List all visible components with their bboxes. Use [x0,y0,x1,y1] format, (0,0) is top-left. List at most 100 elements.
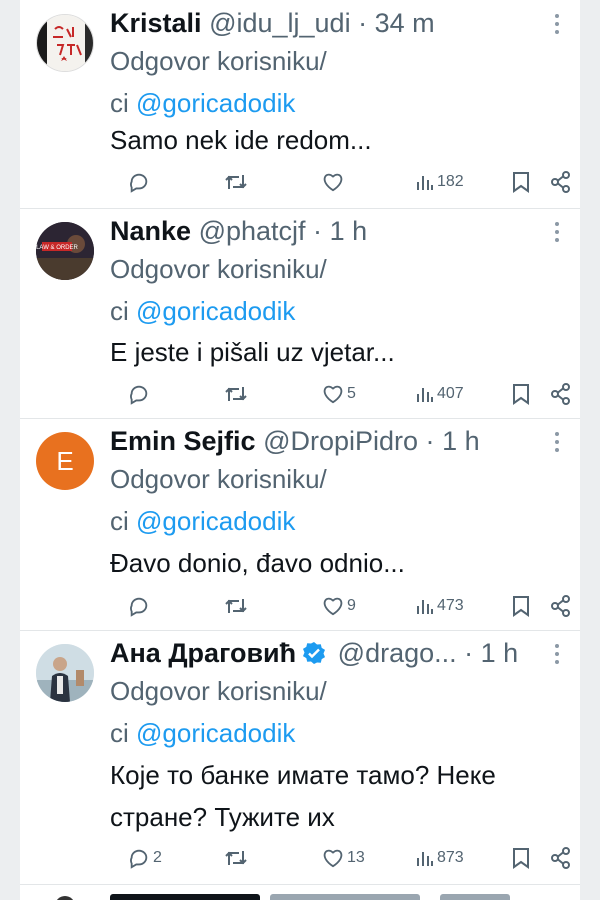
reply-icon [130,597,148,617]
tweet-header: Kristali @idu_lj_udi · 34 m [110,6,570,40]
reply-context: Odgovor korisniku/ ci @goricadodik [110,248,410,332]
share-icon [551,847,570,869]
reply-context: Odgovor korisniku/ ci @goricadodik [110,40,410,124]
avatar[interactable]: LAW & ORDER [36,222,94,280]
heart-icon [323,849,343,868]
like-button[interactable]: 5 [322,379,356,409]
views-count: 473 [437,597,464,614]
profile-photo-avatar-image [36,644,94,702]
reply-label: Odgovor korisniku/ [110,464,327,494]
clipped-tweet-header [57,894,510,900]
tweet-actions: 2 13 873 [106,843,576,873]
tweet-header: Emin Sejfic @DropiPidro · 1 h [110,424,570,458]
tweet[interactable]: Kristali @idu_lj_udi · 34 m Odgovor kori… [20,0,580,209]
views-icon [417,600,433,614]
heart-icon [323,597,343,616]
separator-dot: · [425,426,435,456]
bookmark-button[interactable] [512,379,530,409]
tweet-actions: 5 407 [106,379,576,409]
like-count: 5 [347,385,356,402]
share-icon [551,595,570,617]
timestamp[interactable]: 34 m [375,8,435,38]
user-handle[interactable]: @DropiPidro [263,426,418,456]
separator-dot: · [313,216,323,246]
user-handle[interactable]: @phatcjf [199,216,306,246]
more-options-icon[interactable] [554,432,560,454]
tweet-actions: 9 473 [106,591,576,621]
heart-icon [323,173,343,192]
reply-label: Odgovor korisniku/ [110,46,327,76]
verified-badge-icon [303,642,326,664]
avatar[interactable] [36,14,94,72]
retweet-button[interactable] [224,167,251,197]
like-button[interactable]: 9 [322,591,356,621]
more-options-icon[interactable] [554,14,560,36]
views-button[interactable]: 873 [416,843,464,873]
mention-link[interactable]: @goricadodik [136,506,295,536]
display-name[interactable]: Ана Драговић [110,638,296,668]
mention-link[interactable]: @goricadodik [136,88,295,118]
timestamp[interactable]: 1 h [481,638,519,668]
views-button[interactable]: 407 [416,379,464,409]
heart-icon [323,385,343,404]
reply-button[interactable] [128,591,153,621]
tweet[interactable]: Ана Драговић @drago... · 1 h Odgovor kor… [20,630,580,885]
share-icon [551,383,570,405]
tweet[interactable]: LAW & ORDER Nanke @phatcjf · 1 h Odgovor… [20,208,580,419]
like-button[interactable]: 13 [322,843,365,873]
avatar[interactable]: E [36,432,94,490]
reply-label: Odgovor korisniku/ [110,254,327,284]
display-name[interactable]: Kristali [110,8,202,38]
reply-prefix: ci [110,718,129,748]
avatar[interactable] [36,644,94,702]
retweet-icon [225,851,247,865]
retweet-button[interactable] [224,843,251,873]
like-count: 13 [347,849,365,866]
display-name[interactable]: Emin Sejfic [110,426,256,456]
avatar-initial: E [56,445,74,476]
share-button[interactable] [550,843,572,873]
more-options-icon[interactable] [554,222,560,244]
tweet-text: Đavo donio, đavo odnio... [110,548,405,578]
retweet-icon [225,599,247,613]
tweet[interactable]: E Emin Sejfic @DropiPidro · 1 h Odgovor … [20,418,580,631]
share-button[interactable] [550,591,572,621]
mention-link[interactable]: @goricadodik [136,718,295,748]
user-handle[interactable]: @idu_lj_udi [209,8,351,38]
views-button[interactable]: 182 [416,167,464,197]
timestamp[interactable]: 1 h [442,426,480,456]
tweet-text: Samo nek ide redom... [110,125,372,155]
reply-icon [130,849,148,869]
tweet-header: Nanke @phatcjf · 1 h [110,214,570,248]
timestamp[interactable]: 1 h [330,216,368,246]
tweet-header: Ана Драговић @drago... · 1 h [110,636,570,670]
display-name[interactable]: Nanke [110,216,191,246]
share-button[interactable] [550,167,572,197]
bookmark-button[interactable] [512,843,530,873]
tweet-text-line: Које то банке имате тамо? Неке [110,760,496,790]
next-tweet-peek [20,884,580,900]
views-button[interactable]: 473 [416,591,464,621]
reply-button[interactable] [128,379,153,409]
retweet-button[interactable] [224,379,251,409]
reply-button[interactable] [128,167,153,197]
more-options-icon[interactable] [554,644,560,666]
views-icon [417,176,433,190]
reply-button[interactable]: 2 [128,843,162,873]
retweet-button[interactable] [224,591,251,621]
separator-dot: · [464,638,474,668]
mention-link[interactable]: @goricadodik [136,296,295,326]
views-icon [417,852,433,866]
reply-count: 2 [153,849,162,866]
like-button[interactable] [322,167,347,197]
user-handle[interactable]: @drago... [338,638,457,668]
reply-label: Odgovor korisniku/ [110,676,327,706]
share-button[interactable] [550,379,572,409]
share-icon [551,171,570,193]
bookmark-button[interactable] [512,167,530,197]
reply-context: Odgovor korisniku/ ci @goricadodik [110,458,410,542]
bookmark-button[interactable] [512,591,530,621]
reply-prefix: ci [110,296,129,326]
reply-icon [130,385,148,405]
bookmark-icon [513,596,529,617]
